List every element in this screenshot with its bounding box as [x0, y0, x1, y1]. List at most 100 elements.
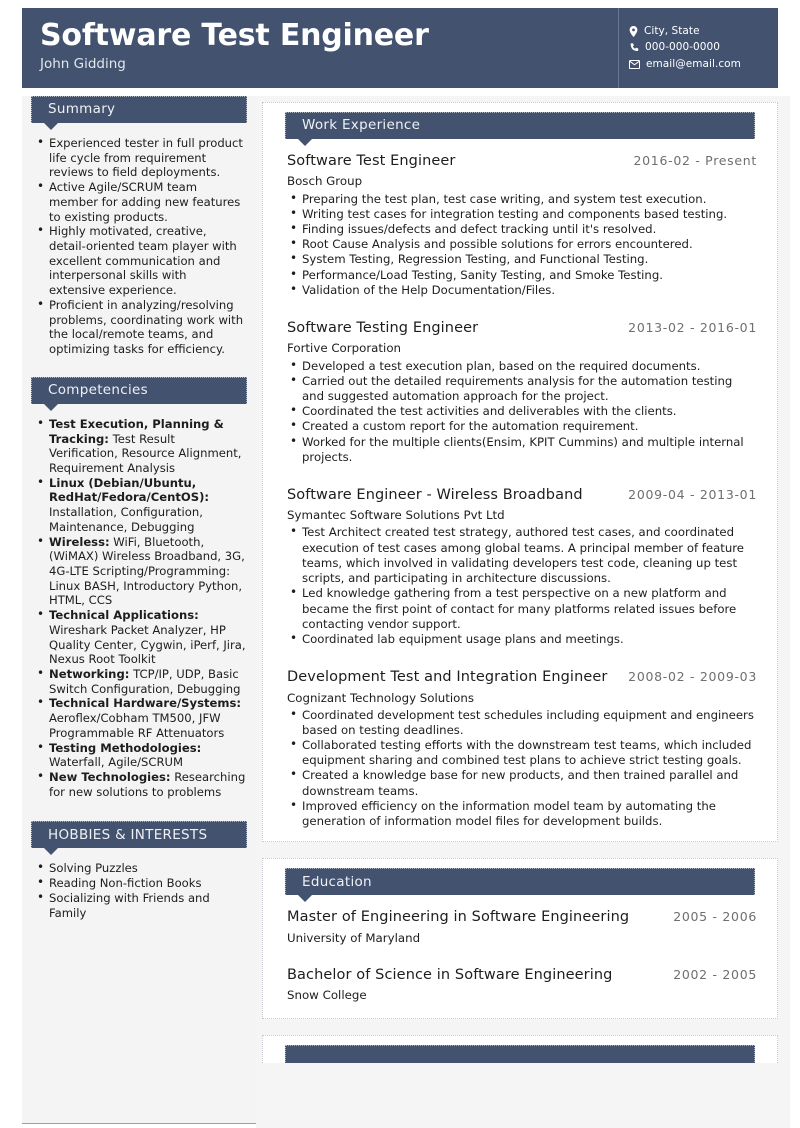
list-item: New Technologies: Researching for new so…	[36, 769, 246, 799]
envelope-icon	[629, 60, 640, 70]
contact-location: City, State	[629, 24, 764, 38]
job-duties-list: Preparing the test plan, test case writi…	[287, 191, 757, 298]
map-pin-icon	[629, 25, 638, 37]
competency-value: Waterfall, Agile/SCRUM	[49, 755, 184, 770]
work-entry: Development Test and Integration Enginee…	[287, 669, 757, 829]
school-name: Snow College	[287, 988, 367, 1003]
competencies-list: Test Execution, Planning & Tracking: Tes…	[36, 416, 246, 800]
school-name: University of Maryland	[287, 930, 421, 945]
competency-label: Testing Methodologies:	[49, 740, 202, 755]
competency-label: Networking:	[49, 667, 130, 681]
list-item: Root Cause Analysis and possible solutio…	[287, 236, 757, 252]
list-item: Solving Puzzles	[36, 860, 246, 876]
list-item: Created a knowledge base for new product…	[287, 767, 757, 798]
list-item: Validation of the Help Documentation/Fil…	[287, 282, 757, 298]
list-item: Performance/Load Testing, Sanity Testing…	[287, 267, 757, 283]
list-item: Worked for the multiple clients(Ensim, K…	[287, 434, 757, 465]
job-title: Software Engineer - Wireless Broadband	[287, 486, 583, 503]
work-entry-head: Software Testing Engineer 2013-02 - 2016…	[287, 320, 757, 337]
education-body: Master of Engineering in Software Engine…	[273, 895, 767, 1002]
sidebar-section-competencies: Competencies Test Execution, Planning & …	[22, 376, 256, 800]
list-item: Coordinated development test schedules i…	[287, 707, 757, 738]
candidate-name: John Gidding	[40, 56, 126, 73]
contact-email-text: email@email.com	[646, 57, 741, 70]
list-item: Proficient in analyzing/resolving proble…	[36, 297, 246, 357]
job-date: 2008-02 - 2009-03	[628, 669, 757, 685]
work-entry: Software Test Engineer 2016-02 - Present…	[287, 153, 757, 298]
degree-date: 2005 - 2006	[673, 909, 757, 925]
list-item: Technical Hardware/Systems: Aeroflex/Cob…	[36, 695, 246, 740]
competencies-heading: Competencies	[48, 382, 148, 399]
work-entry: Software Testing Engineer 2013-02 - 2016…	[287, 320, 757, 465]
list-item: Reading Non-fiction Books	[36, 875, 246, 891]
competency-label: Wireless:	[49, 534, 110, 549]
sidebar-section-hobbies: HOBBIES & INTERESTS Solving Puzzles Read…	[22, 821, 256, 920]
competency-value: Wireshark Packet Analyzer, HP Quality Ce…	[49, 622, 246, 667]
job-organization: Cognizant Technology Solutions	[287, 690, 475, 705]
degree-title: Master of Engineering in Software Engine…	[287, 909, 630, 926]
contact-location-text: City, State	[644, 24, 700, 37]
contact-phone: 000-000-0000	[629, 42, 764, 54]
job-organization: Fortive Corporation	[287, 341, 402, 356]
competency-value: Installation, Configuration, Maintenance…	[49, 505, 203, 534]
degree-date: 2002 - 2005	[673, 966, 757, 982]
competency-label: New Technologies:	[49, 770, 171, 785]
job-duties-list: Developed a test execution plan, based o…	[287, 358, 757, 465]
list-item: Led knowledge gathering from a test pers…	[287, 585, 757, 632]
competencies-body: Test Execution, Planning & Tracking: Tes…	[22, 404, 256, 800]
list-item: Collaborated testing efforts with the do…	[287, 737, 757, 768]
job-organization: Bosch Group	[287, 174, 363, 189]
page-title: Software Test Engineer	[40, 17, 429, 53]
education-entry: Bachelor of Science in Software Engineer…	[287, 967, 757, 1003]
list-item: Test Architect created test strategy, au…	[287, 524, 757, 586]
list-item: Socializing with Friends and Family	[36, 890, 246, 920]
job-date: 2016-02 - Present	[633, 153, 757, 168]
work-experience-body: Software Test Engineer 2016-02 - Present…	[273, 139, 767, 829]
job-organization: Symantec Software Solutions Pvt Ltd	[287, 508, 505, 523]
education-card: Education Master of Engineering in Softw…	[262, 858, 778, 1020]
next-section-header	[285, 1045, 755, 1064]
list-item: System Testing, Regression Testing, and …	[287, 251, 757, 267]
degree-title: Bachelor of Science in Software Engineer…	[287, 966, 613, 983]
list-item: Experienced tester in full product life …	[36, 135, 246, 180]
job-title: Software Test Engineer	[287, 153, 456, 169]
main-column: Work Experience Software Test Engineer 2…	[256, 96, 790, 1128]
list-item: Improved efficiency on the information m…	[287, 798, 757, 829]
hobbies-section-header: HOBBIES & INTERESTS	[31, 821, 247, 856]
resume-page: Software Test Engineer John Gidding City…	[0, 0, 800, 1128]
summary-body: Experienced tester in full product life …	[22, 123, 256, 357]
job-title: Development Test and Integration Enginee…	[287, 669, 608, 686]
work-experience-card: Work Experience Software Test Engineer 2…	[262, 102, 778, 843]
job-duties-list: Test Architect created test strategy, au…	[287, 524, 757, 647]
hobbies-heading: HOBBIES & INTERESTS	[48, 826, 208, 843]
list-item: Active Agile/SCRUM team member for addin…	[36, 179, 246, 224]
education-entry: Master of Engineering in Software Engine…	[287, 909, 757, 945]
job-date: 2009-04 - 2013-01	[628, 486, 757, 502]
job-duties-list: Coordinated development test schedules i…	[287, 707, 757, 830]
list-item: Testing Methodologies: Waterfall, Agile/…	[36, 740, 246, 770]
hobbies-body: Solving Puzzles Reading Non-fiction Book…	[22, 848, 256, 920]
competency-label: Linux (Debian/Ubuntu, RedHat/Fedora/Cent…	[49, 475, 210, 505]
competency-label: Technical Hardware/Systems:	[49, 696, 242, 711]
work-entry-head: Development Test and Integration Enginee…	[287, 669, 757, 686]
resume-header: Software Test Engineer John Gidding City…	[22, 8, 778, 88]
list-item: Developed a test execution plan, based o…	[287, 358, 757, 374]
contact-phone-text: 000-000-0000	[645, 41, 720, 54]
list-item: Test Execution, Planning & Tracking: Tes…	[36, 416, 246, 476]
list-item: Coordinated the test activities and deli…	[287, 403, 757, 419]
phone-icon	[629, 43, 639, 53]
contact-block: City, State 000-000-0000 email@email.com	[618, 8, 764, 88]
summary-list: Experienced tester in full product life …	[36, 135, 246, 357]
competencies-section-header: Competencies	[31, 376, 247, 411]
summary-section-header: Summary	[31, 96, 247, 130]
next-section-card-partial	[262, 1035, 778, 1064]
header-identity: Software Test Engineer John Gidding	[22, 17, 618, 76]
list-item: Linux (Debian/Ubuntu, RedHat/Fedora/Cent…	[36, 475, 246, 535]
education-entry-head: Master of Engineering in Software Engine…	[287, 909, 757, 926]
summary-heading: Summary	[48, 101, 116, 118]
competency-label: Technical Applications:	[49, 608, 199, 623]
education-heading: Education	[302, 873, 372, 890]
list-item: Preparing the test plan, test case writi…	[287, 191, 757, 207]
hobbies-list: Solving Puzzles Reading Non-fiction Book…	[36, 860, 246, 920]
list-item: Carried out the detailed requirements an…	[287, 373, 757, 404]
